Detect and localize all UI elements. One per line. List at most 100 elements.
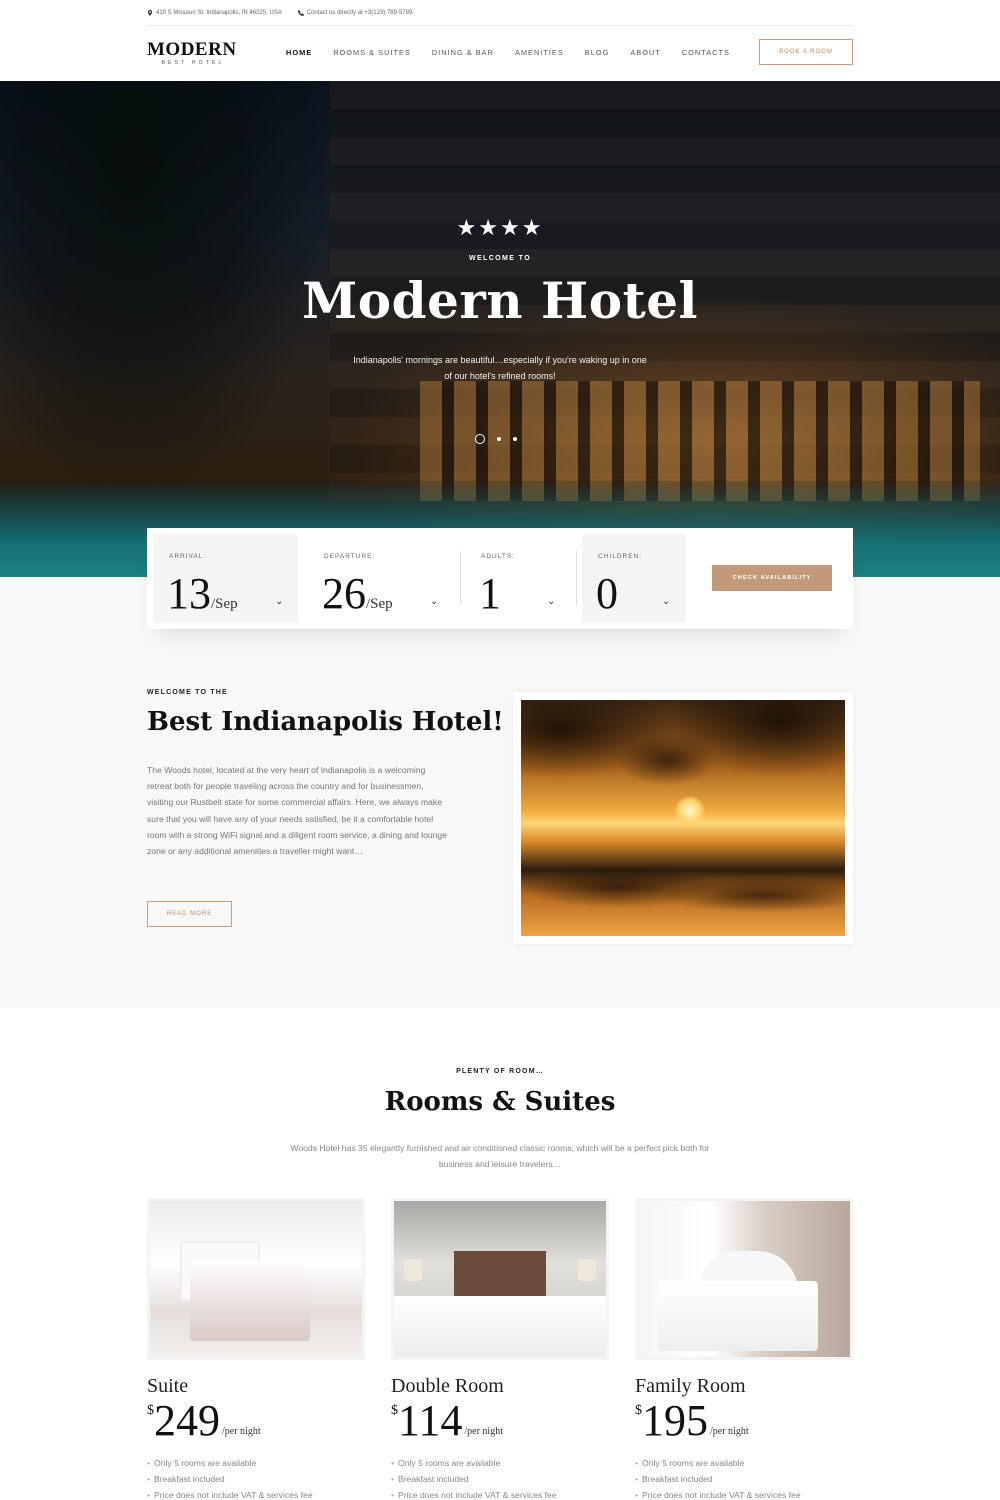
price-amount: 114 (398, 1396, 463, 1445)
room-price: $ 195 /per night (635, 1399, 853, 1443)
arrival-month: /Sep (211, 596, 238, 612)
list-item: Breakfast included (635, 1471, 853, 1487)
price-unit: /per night (464, 1426, 503, 1437)
nav-home[interactable]: HOME (286, 48, 312, 57)
room-card-suite[interactable]: Suite $ 249 /per night Only 5 rooms are … (147, 1198, 365, 1500)
departure-month: /Sep (366, 596, 393, 612)
price-unit: /per night (710, 1426, 749, 1437)
book-room-button[interactable]: BOOK A ROOM (759, 39, 853, 65)
bed-headboard (454, 1251, 546, 1296)
list-item: Breakfast included (147, 1471, 365, 1487)
contact-item[interactable]: Contact us directly at +3(123) 789-5789 (297, 10, 413, 16)
bed (658, 1281, 818, 1351)
logo[interactable]: MODERN BEST HOTEL (147, 40, 239, 66)
list-item: Price does not include VAT & services fe… (147, 1487, 365, 1500)
children-label: CHILDREN: (598, 553, 643, 560)
check-availability-button[interactable]: CHECK AVAILABILITY (712, 565, 832, 591)
top-bar: 410 S Missouri St, Indianapolis, IN 4622… (147, 8, 412, 18)
currency-symbol: $ (635, 1403, 642, 1418)
price-amount: 195 (642, 1396, 708, 1445)
room-image-frame (391, 1198, 609, 1360)
nav-contacts[interactable]: CONTACTS (682, 48, 730, 57)
room-photo[interactable] (638, 1201, 850, 1357)
sun (675, 796, 705, 826)
rooms-kicker: PLENTY OF ROOM… (456, 1068, 544, 1075)
price-amount: 249 (154, 1396, 220, 1445)
nav-dining-bar[interactable]: DINING & BAR (432, 48, 494, 57)
chevron-down-icon: ⌄ (547, 596, 556, 607)
room-photo[interactable] (394, 1201, 606, 1357)
departure-value: 26/Sep (322, 570, 393, 628)
adults-label: ADULTS: (481, 553, 515, 560)
list-item: Price does not include VAT & services fe… (391, 1487, 609, 1500)
room-card-family[interactable]: Family Room $ 195 /per night Only 5 room… (635, 1198, 853, 1500)
room-image-frame (147, 1198, 365, 1360)
nav-blog[interactable]: BLOG (585, 48, 610, 57)
children-field[interactable]: CHILDREN: 0 ⌄ (582, 534, 686, 623)
room-price: $ 114 /per night (391, 1399, 609, 1443)
about-kicker: WELCOME TO THE (147, 689, 228, 696)
room-features: Only 5 rooms are available Breakfast inc… (635, 1455, 853, 1500)
rating-stars: ★★★★ (456, 215, 544, 240)
about-title: Best Indianapolis Hotel! (147, 707, 504, 737)
currency-symbol: $ (147, 1403, 154, 1418)
nav-about[interactable]: ABOUT (630, 48, 660, 57)
room-price: $ 249 /per night (147, 1399, 365, 1443)
chevron-down-icon: ⌄ (430, 596, 439, 607)
sunset-photo (521, 700, 845, 936)
room-photo[interactable] (150, 1201, 362, 1357)
water-reflection (521, 855, 845, 936)
nav-rooms-suites[interactable]: ROOMS & SUITES (333, 48, 411, 57)
currency-symbol: $ (391, 1403, 398, 1418)
rooms-title: Rooms & Suites (384, 1087, 616, 1117)
about-text: The Woods hotel, located at the very hea… (147, 765, 447, 857)
room-name[interactable]: Suite (147, 1375, 365, 1398)
price-unit: /per night (222, 1426, 261, 1437)
phone-icon (297, 10, 304, 16)
adults-field[interactable]: ADULTS: 1 ⌄ (465, 534, 565, 623)
room-features: Only 5 rooms are available Breakfast inc… (147, 1455, 365, 1500)
read-more-button[interactable]: READ MORE (147, 901, 232, 927)
booking-form: ARRIVAL: 13/Sep ⌄ DEPARTURE: 26/Sep ⌄ AD… (147, 528, 853, 629)
list-item: Only 5 rooms are available (635, 1455, 853, 1471)
slider-dot-2[interactable] (497, 437, 501, 441)
rooms-desc-line1: Woods Hotel has 35 elegantly furnished a… (290, 1143, 710, 1153)
lamp (578, 1259, 596, 1281)
departure-field[interactable]: DEPARTURE: 26/Sep ⌄ (308, 534, 453, 623)
field-divider (460, 551, 461, 606)
room-card-double[interactable]: Double Room $ 114 /per night Only 5 room… (391, 1198, 609, 1500)
top-divider (147, 25, 853, 26)
arrival-day: 13 (167, 569, 211, 618)
bed (394, 1296, 606, 1357)
about-image (513, 692, 853, 944)
palm-silhouettes (521, 700, 845, 850)
chevron-down-icon: ⌄ (662, 596, 671, 607)
logo-name: MODERN (147, 39, 237, 60)
room-name[interactable]: Double Room (391, 1375, 609, 1398)
rooms-description: Woods Hotel has 35 elegantly furnished a… (270, 1140, 730, 1172)
room-name[interactable]: Family Room (635, 1375, 853, 1398)
slider-dots (475, 434, 517, 444)
slider-dot-3[interactable] (513, 437, 517, 441)
address-text: 410 S Missouri St, Indianapolis, IN 4622… (156, 10, 282, 16)
adults-value: 1 (479, 569, 501, 618)
logo-subtitle: BEST HOTEL (161, 60, 225, 66)
hero-welcome: WELCOME TO (468, 255, 532, 262)
nav-amenities[interactable]: AMENITIES (515, 48, 564, 57)
slider-dot-1[interactable] (475, 434, 485, 444)
room-features: Only 5 rooms are available Breakfast inc… (391, 1455, 609, 1500)
rooms-desc-line2: business and leisure travelers… (438, 1159, 562, 1169)
hero-description: Indianapolis' mornings are beautiful…esp… (340, 352, 660, 384)
contact-text: Contact us directly at +3(123) 789-5789 (306, 10, 413, 16)
arrival-value: 13/Sep (167, 570, 238, 628)
arrival-field[interactable]: ARRIVAL: 13/Sep ⌄ (153, 534, 298, 623)
hero-title: Modern Hotel (301, 271, 699, 330)
list-item: Only 5 rooms are available (147, 1455, 365, 1471)
list-item: Breakfast included (391, 1471, 609, 1487)
lamp (404, 1259, 422, 1281)
address-item: 410 S Missouri St, Indianapolis, IN 4622… (147, 10, 282, 16)
departure-label: DEPARTURE: (324, 553, 376, 560)
departure-day: 26 (322, 569, 366, 618)
hero-slider: ★★★★ WELCOME TO Modern Hotel Indianapoli… (0, 81, 1000, 577)
map-pin-icon (147, 10, 153, 16)
